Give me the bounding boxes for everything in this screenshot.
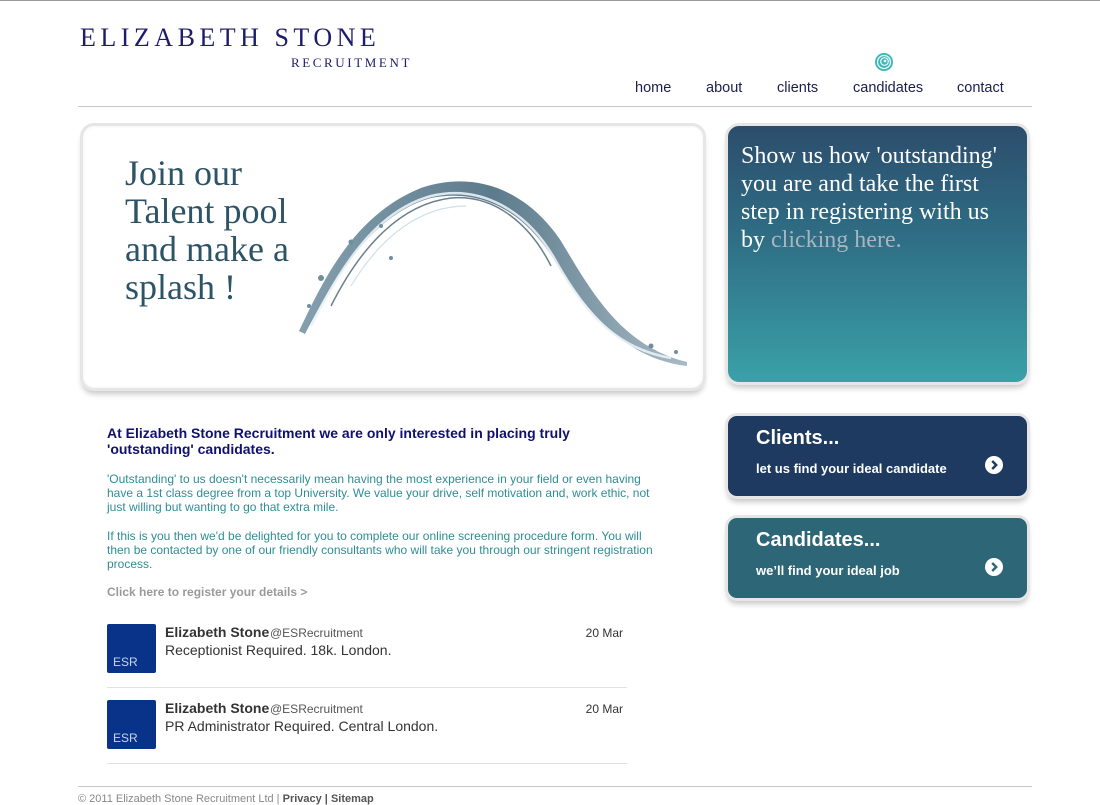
tweet-item: ESR Elizabeth Stone @ESRecruitment 20 Ma… <box>107 700 627 764</box>
avatar[interactable]: ESR <box>107 624 156 673</box>
nav-clients[interactable]: clients <box>777 80 818 96</box>
footer-copyright: © 2011 Elizabeth Stone Recruitment Ltd | <box>78 793 280 805</box>
nav-candidates[interactable]: candidates <box>853 80 923 96</box>
tweet-divider <box>107 763 627 764</box>
intro-paragraph: 'Outstanding' to us doesn't necessarily … <box>107 472 650 514</box>
tweet-item: ESR Elizabeth Stone @ESRecruitment 20 Ma… <box>107 624 627 688</box>
candidates-card[interactable]: Candidates... we’ll find your ideal job <box>725 515 1030 601</box>
chevron-right-icon[interactable] <box>985 558 1003 576</box>
nav-contact[interactable]: contact <box>957 80 1004 96</box>
avatar[interactable]: ESR <box>107 700 156 749</box>
tweet-date[interactable]: 20 Mar <box>586 626 623 640</box>
logo-tagline: RECRUITMENT <box>290 55 412 70</box>
tweet-author[interactable]: Elizabeth Stone <box>165 624 269 640</box>
tweet-text: PR Administrator Required. Central Londo… <box>165 718 439 734</box>
promo-register-link[interactable]: clicking here. <box>771 227 902 253</box>
nav-home[interactable]: home <box>635 80 671 96</box>
intro-heading: At Elizabeth Stone Recruitment we are on… <box>107 425 570 457</box>
footer-divider <box>78 786 1032 787</box>
clients-card-description: let us find your ideal candidate <box>756 461 947 476</box>
nav-about[interactable]: about <box>706 80 742 96</box>
header-divider <box>78 106 1032 107</box>
register-promo-panel: Show us how 'outstanding' you are and ta… <box>725 123 1030 385</box>
intro-paragraph: If this is you then we'd be delighted fo… <box>107 529 653 571</box>
swirl-icon <box>875 53 893 71</box>
tweet-text: Receptionist Required. 18k. London. <box>165 642 392 658</box>
logo[interactable]: ELIZABETH STONE RECRUITMENT <box>80 23 415 71</box>
tweet-author[interactable]: Elizabeth Stone <box>165 700 269 716</box>
candidates-card-description: we’ll find your ideal job <box>756 563 900 578</box>
promo-text: Show us how 'outstanding' you are and ta… <box>741 142 1016 254</box>
hero-panel: Join our Talent pool and make a splash ! <box>80 123 706 391</box>
candidates-card-title: Candidates... <box>756 529 881 551</box>
logo-name: ELIZABETH STONE <box>80 23 381 52</box>
tweet-date[interactable]: 20 Mar <box>586 702 623 716</box>
avatar-label: ESR <box>113 655 138 669</box>
clients-card[interactable]: Clients... let us find your ideal candid… <box>725 413 1030 499</box>
footer: © 2011 Elizabeth Stone Recruitment Ltd |… <box>78 793 374 805</box>
tweet-handle[interactable]: @ESRecruitment <box>270 702 363 716</box>
clients-card-title: Clients... <box>756 427 840 449</box>
tweet-handle[interactable]: @ESRecruitment <box>270 626 363 640</box>
water-splash-image <box>299 181 687 366</box>
tweet-divider <box>107 687 627 688</box>
chevron-right-icon[interactable] <box>985 456 1003 474</box>
footer-links[interactable]: Privacy | Sitemap <box>283 793 374 805</box>
avatar-label: ESR <box>113 731 138 745</box>
register-details-link[interactable]: Click here to register your details > <box>107 585 307 599</box>
hero-headline: Join our Talent pool and make a splash ! <box>125 153 289 307</box>
